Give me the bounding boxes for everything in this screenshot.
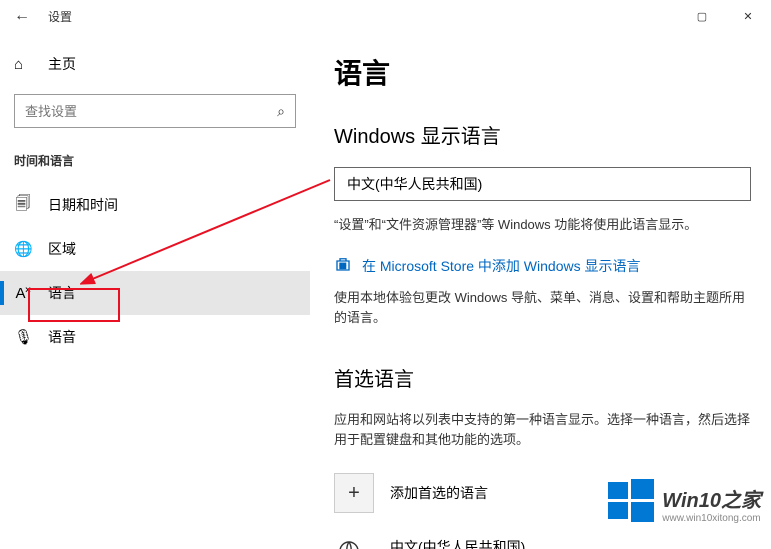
sidebar-item-datetime[interactable]: 🗐 日期和时间 xyxy=(0,183,310,227)
language-item-icon: A字 xyxy=(334,537,374,549)
home-nav[interactable]: ⌂ 主页 xyxy=(0,44,310,84)
watermark-brand: Win10之家 xyxy=(662,484,761,513)
globe-icon: 🌐 xyxy=(14,240,32,258)
add-button[interactable]: + xyxy=(334,473,374,513)
home-icon: ⌂ xyxy=(14,56,32,73)
sidebar-item-label: 语言 xyxy=(48,283,76,303)
watermark-url: www.win10xitong.com xyxy=(662,513,761,524)
main-content: 语言 Windows 显示语言 中文(中华人民共和国) “设置”和“文件资源管理… xyxy=(310,32,771,549)
dropdown-value: 中文(中华人民共和国) xyxy=(347,174,482,194)
store-link-text: 在 Microsoft Store 中添加 Windows 显示语言 xyxy=(362,256,641,276)
back-button[interactable]: ← xyxy=(8,7,36,25)
store-link[interactable]: 在 Microsoft Store 中添加 Windows 显示语言 xyxy=(334,255,751,278)
sidebar-item-speech[interactable]: 🎙 语音 xyxy=(0,315,310,359)
maximize-button[interactable]: ▢ xyxy=(679,0,725,32)
window-title: 设置 xyxy=(48,8,72,25)
sidebar-item-language[interactable]: A˟ 语言 xyxy=(0,271,310,315)
display-language-desc: “设置”和“文件资源管理器”等 Windows 功能将使用此语言显示。 xyxy=(334,215,751,235)
sidebar: ⌂ 主页 ⌕ 时间和语言 🗐 日期和时间 🌐 区域 A˟ 语言 🎙 语音 xyxy=(0,32,310,549)
sidebar-item-label: 区域 xyxy=(48,239,76,259)
sidebar-item-label: 日期和时间 xyxy=(48,195,118,215)
calendar-icon: 🗐 xyxy=(14,193,32,218)
search-icon: ⌕ xyxy=(277,103,285,120)
search-input-wrap[interactable]: ⌕ xyxy=(14,94,296,128)
add-language-label: 添加首选的语言 xyxy=(390,483,488,503)
close-button[interactable]: ✕ xyxy=(725,0,771,32)
search-input[interactable] xyxy=(25,104,277,119)
preferred-lang-desc: 应用和网站将以列表中支持的第一种语言显示。选择一种语言，然后选择用于配置键盘和其… xyxy=(334,410,751,449)
category-header: 时间和语言 xyxy=(0,146,310,183)
store-desc: 使用本地体验包更改 Windows 导航、菜单、消息、设置和帮助主题所用的语言。 xyxy=(334,288,751,330)
installed-language-item[interactable]: A字 中文(中华人民共和国) 默认应用语言; 默认输入语言; Windows 显… xyxy=(334,537,751,549)
installed-language-name: 中文(中华人民共和国) xyxy=(390,537,647,549)
store-icon xyxy=(334,255,352,278)
microphone-icon: 🎙 xyxy=(14,328,32,346)
display-language-dropdown[interactable]: 中文(中华人民共和国) xyxy=(334,167,751,201)
display-language-heading: Windows 显示语言 xyxy=(334,120,751,149)
sidebar-item-label: 语音 xyxy=(48,327,76,347)
page-title: 语言 xyxy=(334,52,751,92)
watermark: Win10之家 www.win10xitong.com xyxy=(606,476,761,531)
language-icon: A˟ xyxy=(14,285,32,302)
home-label: 主页 xyxy=(48,54,76,74)
sidebar-item-region[interactable]: 🌐 区域 xyxy=(0,227,310,271)
windows-logo-icon xyxy=(606,476,656,531)
preferred-lang-heading: 首选语言 xyxy=(334,363,751,392)
